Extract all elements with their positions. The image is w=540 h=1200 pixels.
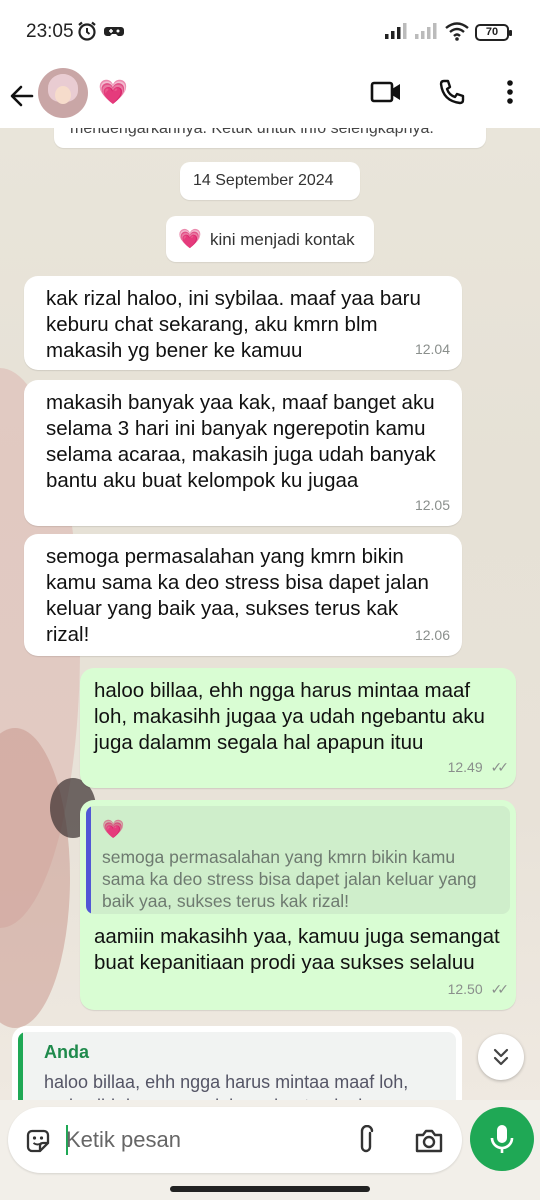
game-controller-icon [104, 27, 124, 36]
avatar[interactable] [38, 68, 88, 118]
input-placeholder: Ketik pesan [66, 1127, 181, 1152]
camera-icon[interactable] [414, 1127, 444, 1155]
reply-text: haloo billaa, ehh ngga harus mintaa maaf… [44, 1072, 409, 1100]
paperclip-icon[interactable] [354, 1125, 378, 1157]
mic-button[interactable] [470, 1107, 534, 1171]
mic-icon [490, 1125, 514, 1153]
date-separator: 14 September 2024 [180, 162, 360, 200]
wifi-icon [445, 22, 469, 41]
message-text: aamiin makasihh yaa, kamuu juga semangat… [94, 925, 500, 974]
alarm-icon [78, 21, 96, 41]
scroll-down-button[interactable] [478, 1034, 524, 1080]
status-bar: 23:05 70 [0, 0, 540, 64]
contact-name[interactable]: 💗 [98, 78, 128, 107]
encryption-notice[interactable]: mendengarkannya. Ketuk untuk info seleng… [54, 128, 486, 148]
message-incoming[interactable]: semoga permasalahan yang kmrn bikin kamu… [24, 534, 462, 656]
message-time: 12.50 [447, 981, 483, 997]
message-time: 12.04 [414, 341, 450, 357]
chat-area[interactable]: mendengarkannya. Ketuk untuk info seleng… [0, 128, 540, 1100]
video-call-icon[interactable] [370, 78, 402, 106]
phone-call-icon[interactable] [438, 78, 466, 106]
gesture-handle[interactable] [170, 1186, 370, 1192]
quote-sender: 💗 [102, 819, 125, 839]
message-text: kak rizal haloo, ini sybilaa. maaf yaa b… [46, 287, 421, 362]
message-meta: 12.49 ✓✓ [447, 754, 510, 780]
quote-bar [86, 806, 91, 914]
quote-text: semoga permasalahan yang kmrn bikin kamu… [102, 847, 477, 911]
read-receipt-icon: ✓✓ [490, 981, 510, 997]
reply-preview[interactable]: Anda haloo billaa, ehh ngga harus mintaa… [12, 1026, 462, 1100]
system-message: 💗 kini menjadi kontak [166, 216, 374, 262]
reply-bar [18, 1032, 23, 1100]
message-outgoing[interactable]: 💗 semoga permasalahan yang kmrn bikin ka… [80, 800, 516, 1010]
message-text: makasih banyak yaa kak, maaf banget aku … [46, 391, 436, 492]
message-meta: 12.50 ✓✓ [447, 976, 510, 1002]
sticker-icon[interactable] [24, 1127, 52, 1155]
more-vert-icon[interactable] [498, 78, 522, 106]
signal-icon-sim1 [385, 23, 407, 39]
reply-preview-body: Anda haloo billaa, ehh ngga harus mintaa… [18, 1032, 456, 1100]
status-time: 23:05 [26, 21, 74, 42]
message-incoming[interactable]: makasih banyak yaa kak, maaf banget aku … [24, 380, 462, 526]
read-receipt-icon: ✓✓ [490, 759, 510, 775]
reply-sender: Anda [44, 1042, 89, 1062]
message-outgoing[interactable]: haloo billaa, ehh ngga harus mintaa maaf… [80, 668, 516, 788]
chat-header: 💗 [0, 64, 540, 128]
message-time: 12.49 [447, 759, 483, 775]
signal-icon-sim2 [415, 23, 437, 39]
quoted-message[interactable]: 💗 semoga permasalahan yang kmrn bikin ka… [86, 806, 510, 914]
message-incoming[interactable]: kak rizal haloo, ini sybilaa. maaf yaa b… [24, 276, 462, 370]
scroll-down-icon [493, 1048, 509, 1066]
message-input[interactable]: Ketik pesan [8, 1107, 462, 1173]
battery-indicator: 70 [475, 24, 512, 41]
back-arrow-icon[interactable] [8, 82, 36, 110]
composer-bar: Ketik pesan [0, 1100, 540, 1200]
message-text: haloo billaa, ehh ngga harus mintaa maaf… [94, 679, 485, 754]
message-text: semoga permasalahan yang kmrn bikin kamu… [46, 545, 429, 646]
message-time: 12.06 [414, 627, 450, 643]
message-time: 12.05 [414, 497, 450, 513]
